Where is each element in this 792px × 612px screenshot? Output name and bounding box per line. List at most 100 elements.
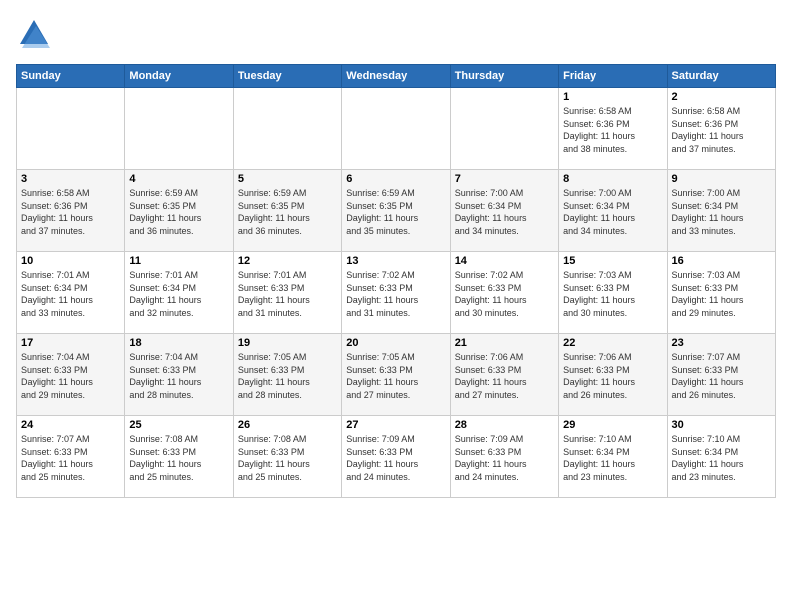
day-number: 23 xyxy=(672,337,771,349)
day-info: Sunrise: 7:02 AM Sunset: 6:33 PM Dayligh… xyxy=(455,269,554,319)
calendar-cell: 3 Sunrise: 6:58 AM Sunset: 6:36 PM Daylig… xyxy=(17,170,125,252)
day-info: Sunrise: 7:00 AM Sunset: 6:34 PM Dayligh… xyxy=(455,187,554,237)
day-number: 16 xyxy=(672,255,771,267)
calendar-cell xyxy=(125,88,233,170)
day-info: Sunrise: 7:04 AM Sunset: 6:33 PM Dayligh… xyxy=(129,351,228,401)
day-info: Sunrise: 7:10 AM Sunset: 6:34 PM Dayligh… xyxy=(672,433,771,483)
day-number: 22 xyxy=(563,337,662,349)
day-info: Sunrise: 7:08 AM Sunset: 6:33 PM Dayligh… xyxy=(129,433,228,483)
day-info: Sunrise: 7:09 AM Sunset: 6:33 PM Dayligh… xyxy=(346,433,445,483)
calendar-cell: 12 Sunrise: 7:01 AM Sunset: 6:33 PM Dayli… xyxy=(233,252,341,334)
calendar-week-5: 24 Sunrise: 7:07 AM Sunset: 6:33 PM Dayli… xyxy=(17,416,776,498)
weekday-header-tuesday: Tuesday xyxy=(233,65,341,88)
calendar-cell: 17 Sunrise: 7:04 AM Sunset: 6:33 PM Dayli… xyxy=(17,334,125,416)
calendar-cell: 18Sunrise: 7:04 AM Sunset: 6:33 PM Dayli… xyxy=(125,334,233,416)
logo xyxy=(16,16,56,52)
calendar-cell: 2 Sunrise: 6:58 AM Sunset: 6:36 PM Daylig… xyxy=(667,88,775,170)
page: SundayMondayTuesdayWednesdayThursdayFrid… xyxy=(0,0,792,612)
day-number: 15 xyxy=(563,255,662,267)
calendar-body: 1 Sunrise: 6:58 AM Sunset: 6:36 PM Daylig… xyxy=(17,88,776,498)
weekday-header-thursday: Thursday xyxy=(450,65,558,88)
calendar-cell: 9 Sunrise: 7:00 AM Sunset: 6:34 PM Daylig… xyxy=(667,170,775,252)
calendar-cell: 16 Sunrise: 7:03 AM Sunset: 6:33 PM Dayli… xyxy=(667,252,775,334)
calendar-cell: 27 Sunrise: 7:09 AM Sunset: 6:33 PM Dayli… xyxy=(342,416,450,498)
calendar-cell: 21Sunrise: 7:06 AM Sunset: 6:33 PM Dayli… xyxy=(450,334,558,416)
calendar-cell: 10Sunrise: 7:01 AM Sunset: 6:34 PM Dayli… xyxy=(17,252,125,334)
weekday-header-saturday: Saturday xyxy=(667,65,775,88)
day-number: 30 xyxy=(672,419,771,431)
calendar-cell: 13 Sunrise: 7:02 AM Sunset: 6:33 PM Dayli… xyxy=(342,252,450,334)
day-number: 27 xyxy=(346,419,445,431)
calendar-cell: 28Sunrise: 7:09 AM Sunset: 6:33 PM Dayli… xyxy=(450,416,558,498)
calendar-cell: 6 Sunrise: 6:59 AM Sunset: 6:35 PM Daylig… xyxy=(342,170,450,252)
weekday-header-monday: Monday xyxy=(125,65,233,88)
calendar-cell xyxy=(342,88,450,170)
calendar-cell: 5 Sunrise: 6:59 AM Sunset: 6:35 PM Daylig… xyxy=(233,170,341,252)
day-info: Sunrise: 6:58 AM Sunset: 6:36 PM Dayligh… xyxy=(672,105,771,155)
day-info: Sunrise: 7:01 AM Sunset: 6:34 PM Dayligh… xyxy=(21,269,120,319)
day-info: Sunrise: 6:59 AM Sunset: 6:35 PM Dayligh… xyxy=(346,187,445,237)
day-number: 2 xyxy=(672,91,771,103)
day-info: Sunrise: 7:00 AM Sunset: 6:34 PM Dayligh… xyxy=(563,187,662,237)
calendar-cell: 25 Sunrise: 7:08 AM Sunset: 6:33 PM Dayli… xyxy=(125,416,233,498)
calendar-cell: 29Sunrise: 7:10 AM Sunset: 6:34 PM Dayli… xyxy=(559,416,667,498)
day-number: 1 xyxy=(563,91,662,103)
calendar-cell: 23 Sunrise: 7:07 AM Sunset: 6:33 PM Dayli… xyxy=(667,334,775,416)
day-info: Sunrise: 7:03 AM Sunset: 6:33 PM Dayligh… xyxy=(672,269,771,319)
logo-icon xyxy=(16,16,52,52)
day-info: Sunrise: 6:59 AM Sunset: 6:35 PM Dayligh… xyxy=(238,187,337,237)
calendar-week-4: 17 Sunrise: 7:04 AM Sunset: 6:33 PM Dayli… xyxy=(17,334,776,416)
calendar-week-1: 1 Sunrise: 6:58 AM Sunset: 6:36 PM Daylig… xyxy=(17,88,776,170)
day-number: 6 xyxy=(346,173,445,185)
day-number: 17 xyxy=(21,337,120,349)
day-info: Sunrise: 7:00 AM Sunset: 6:34 PM Dayligh… xyxy=(672,187,771,237)
day-info: Sunrise: 7:05 AM Sunset: 6:33 PM Dayligh… xyxy=(346,351,445,401)
calendar-week-3: 10Sunrise: 7:01 AM Sunset: 6:34 PM Dayli… xyxy=(17,252,776,334)
calendar-cell: 19 Sunrise: 7:05 AM Sunset: 6:33 PM Dayli… xyxy=(233,334,341,416)
day-number: 11 xyxy=(129,255,228,267)
calendar-cell: 1Sunrise: 6:58 AM Sunset: 6:36 PM Daylig… xyxy=(559,88,667,170)
calendar-cell: 30 Sunrise: 7:10 AM Sunset: 6:34 PM Dayli… xyxy=(667,416,775,498)
day-number: 5 xyxy=(238,173,337,185)
calendar-cell xyxy=(17,88,125,170)
calendar-cell: 8 Sunrise: 7:00 AM Sunset: 6:34 PM Daylig… xyxy=(559,170,667,252)
day-info: Sunrise: 7:01 AM Sunset: 6:33 PM Dayligh… xyxy=(238,269,337,319)
calendar-cell: 11 Sunrise: 7:01 AM Sunset: 6:34 PM Dayli… xyxy=(125,252,233,334)
day-number: 20 xyxy=(346,337,445,349)
day-info: Sunrise: 7:03 AM Sunset: 6:33 PM Dayligh… xyxy=(563,269,662,319)
day-number: 13 xyxy=(346,255,445,267)
day-number: 4 xyxy=(129,173,228,185)
day-info: Sunrise: 7:06 AM Sunset: 6:33 PM Dayligh… xyxy=(563,351,662,401)
calendar-cell: 26Sunrise: 7:08 AM Sunset: 6:33 PM Dayli… xyxy=(233,416,341,498)
day-number: 24 xyxy=(21,419,120,431)
calendar-cell: 7 Sunrise: 7:00 AM Sunset: 6:34 PM Daylig… xyxy=(450,170,558,252)
day-info: Sunrise: 7:02 AM Sunset: 6:33 PM Dayligh… xyxy=(346,269,445,319)
weekday-header-sunday: Sunday xyxy=(17,65,125,88)
weekday-header-wednesday: Wednesday xyxy=(342,65,450,88)
day-number: 12 xyxy=(238,255,337,267)
day-info: Sunrise: 7:01 AM Sunset: 6:34 PM Dayligh… xyxy=(129,269,228,319)
day-number: 7 xyxy=(455,173,554,185)
calendar-table: SundayMondayTuesdayWednesdayThursdayFrid… xyxy=(16,64,776,498)
day-number: 19 xyxy=(238,337,337,349)
calendar-cell: 4 Sunrise: 6:59 AM Sunset: 6:35 PM Daylig… xyxy=(125,170,233,252)
day-info: Sunrise: 7:04 AM Sunset: 6:33 PM Dayligh… xyxy=(21,351,120,401)
day-number: 29 xyxy=(563,419,662,431)
calendar-cell: 15 Sunrise: 7:03 AM Sunset: 6:33 PM Dayli… xyxy=(559,252,667,334)
day-info: Sunrise: 6:58 AM Sunset: 6:36 PM Dayligh… xyxy=(21,187,120,237)
day-number: 8 xyxy=(563,173,662,185)
day-number: 28 xyxy=(455,419,554,431)
day-info: Sunrise: 6:59 AM Sunset: 6:35 PM Dayligh… xyxy=(129,187,228,237)
day-number: 3 xyxy=(21,173,120,185)
calendar-header: SundayMondayTuesdayWednesdayThursdayFrid… xyxy=(17,65,776,88)
day-info: Sunrise: 7:07 AM Sunset: 6:33 PM Dayligh… xyxy=(672,351,771,401)
day-number: 14 xyxy=(455,255,554,267)
calendar-cell xyxy=(450,88,558,170)
day-number: 9 xyxy=(672,173,771,185)
calendar-cell: 14 Sunrise: 7:02 AM Sunset: 6:33 PM Dayli… xyxy=(450,252,558,334)
weekday-header-friday: Friday xyxy=(559,65,667,88)
day-info: Sunrise: 7:07 AM Sunset: 6:33 PM Dayligh… xyxy=(21,433,120,483)
day-number: 25 xyxy=(129,419,228,431)
calendar-week-2: 3 Sunrise: 6:58 AM Sunset: 6:36 PM Daylig… xyxy=(17,170,776,252)
day-info: Sunrise: 7:05 AM Sunset: 6:33 PM Dayligh… xyxy=(238,351,337,401)
